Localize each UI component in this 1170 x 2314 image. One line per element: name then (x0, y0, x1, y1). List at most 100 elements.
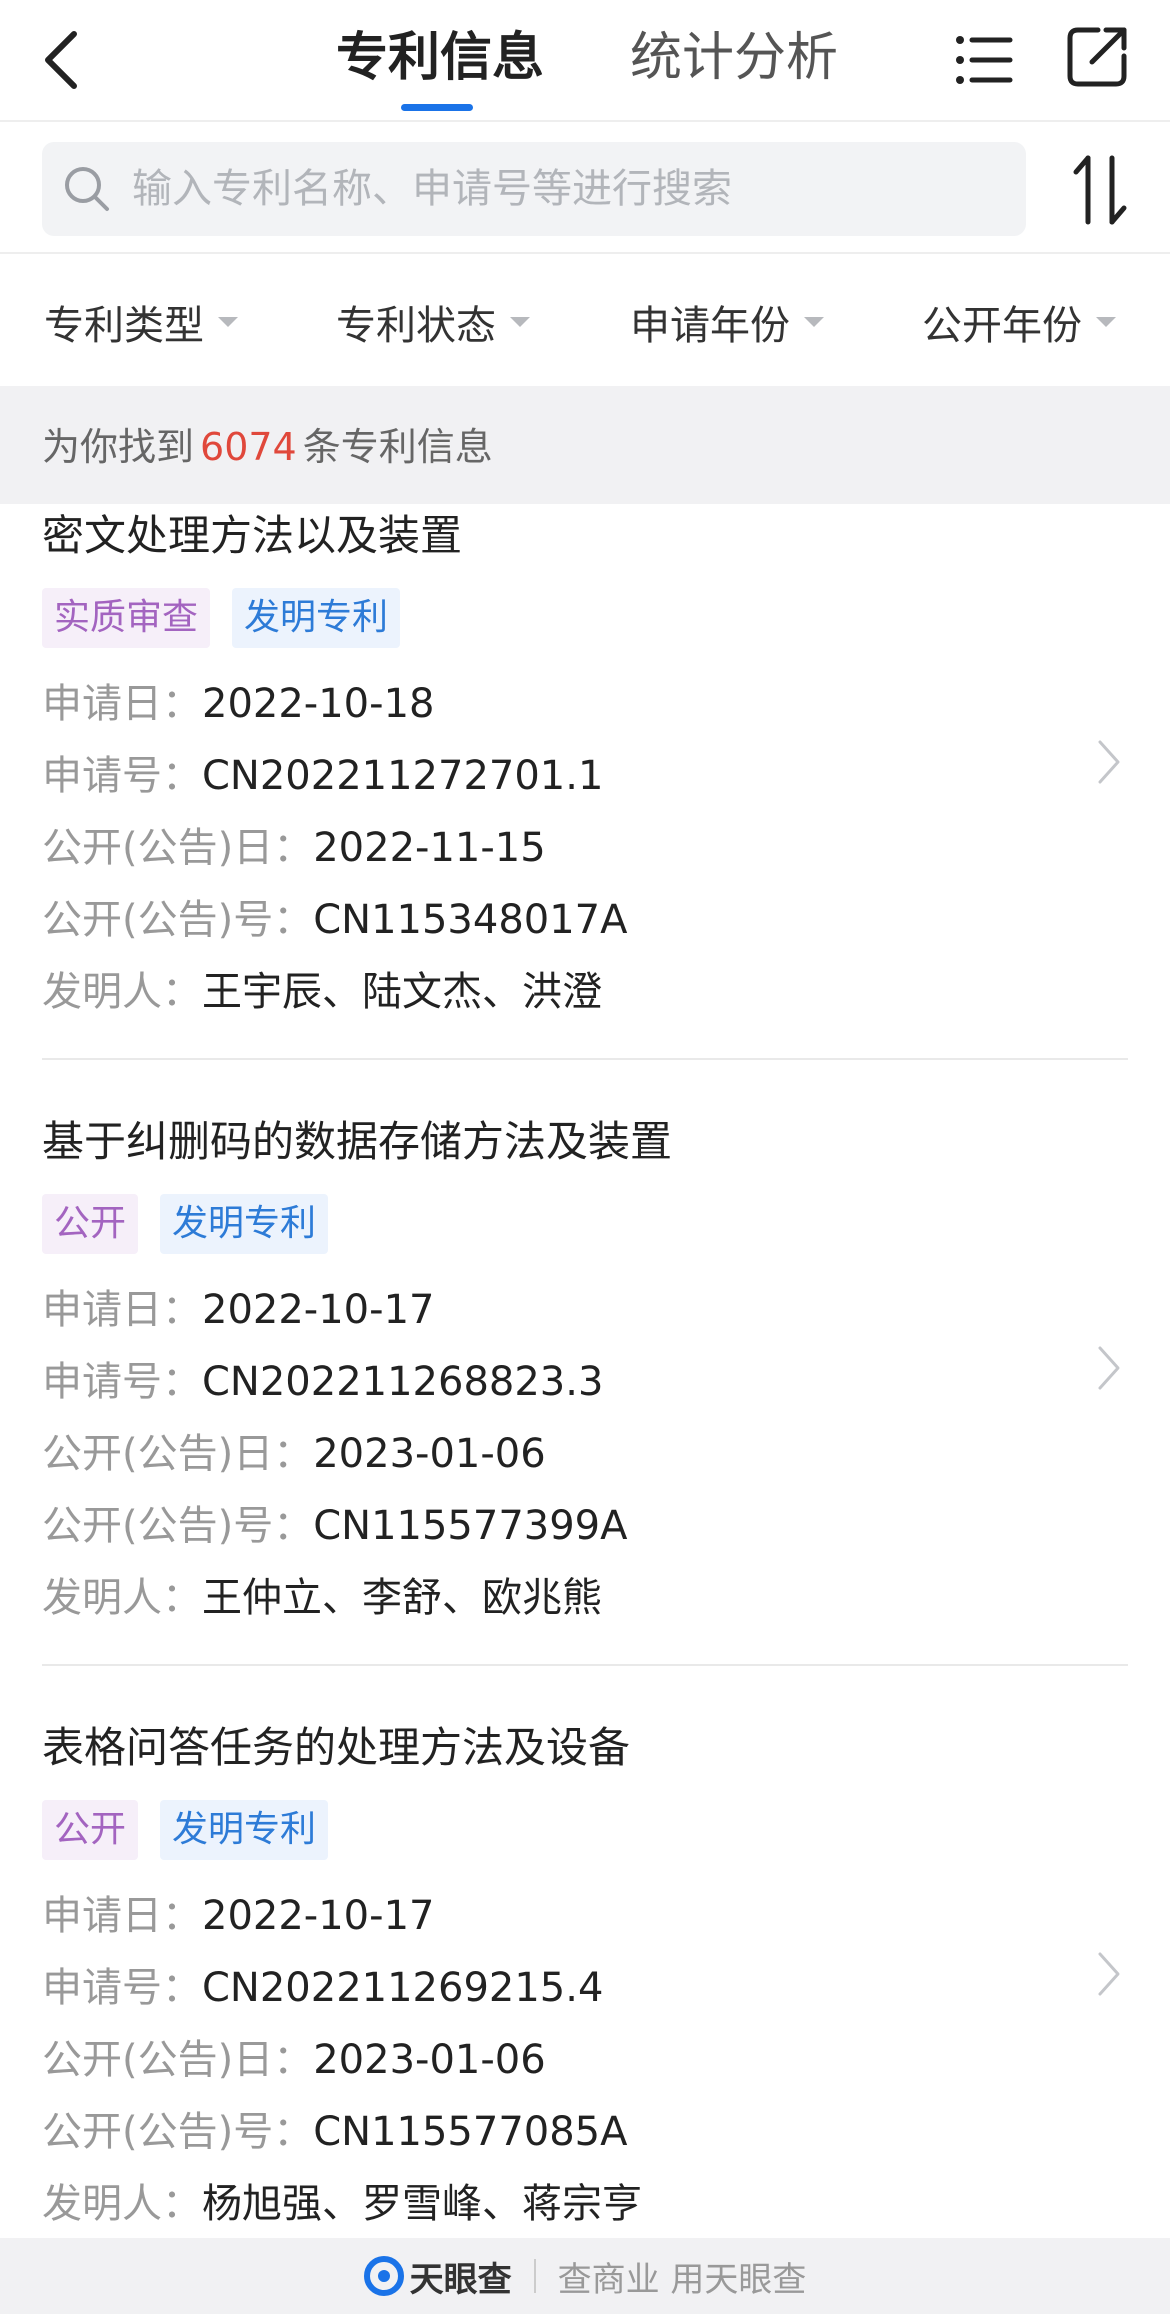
pub-date-value: 2023-01-06 (313, 2037, 546, 2083)
share-icon (1067, 27, 1127, 87)
patent-info-page: 专利信息 统计分析 输入专利名称、申请号等进行搜索 专利类型 专利状态 申请年份… (0, 0, 1170, 2314)
pub-no-row: 公开(公告)号： CN115577085A (42, 2096, 1128, 2168)
apply-date-label: 申请日： (42, 1287, 202, 1333)
count-prefix: 为你找到 (42, 425, 195, 469)
caret-down-icon (1096, 317, 1116, 327)
inventors-row: 发明人： 王仲立、李舒、欧兆熊 (42, 1562, 1128, 1634)
list-divider (42, 1664, 1128, 1666)
inventors-row: 发明人： 王宇辰、陆文杰、洪澄 (42, 956, 1128, 1028)
sort-button[interactable] (1068, 150, 1132, 230)
pub-no-value: CN115577399A (313, 1503, 628, 1549)
chevron-right-icon (1098, 1346, 1120, 1390)
caret-down-icon (218, 317, 238, 327)
result-count-text: 为你找到 6074 条专利信息 (42, 416, 493, 471)
sort-arrows-icon (1073, 155, 1127, 225)
filter-patent-status[interactable]: 专利状态 (336, 292, 530, 352)
chevron-right-icon (1098, 740, 1120, 784)
apply-no-row: 申请号： CN202211272701.1 (42, 740, 1128, 812)
tab-statistics[interactable]: 统计分析 (630, 22, 838, 94)
patent-card[interactable]: 密文处理方法以及装置 实质审查 发明专利 申请日： 2022-10-18 申请号… (42, 506, 1128, 1028)
filter-publish-year[interactable]: 公开年份 (922, 292, 1116, 352)
search-icon (65, 167, 109, 211)
count-suffix: 条专利信息 (302, 425, 493, 469)
apply-no-row: 申请号： CN202211268823.3 (42, 1346, 1128, 1418)
type-badge: 发明专利 (232, 588, 401, 648)
patent-list: 密文处理方法以及装置 实质审查 发明专利 申请日： 2022-10-18 申请号… (0, 504, 1170, 2238)
result-count-number: 6074 (200, 425, 297, 469)
patent-fields: 申请日： 2022-10-17 申请号： CN202211269215.4 公开… (42, 1880, 1128, 2238)
footer-slogan: 查商业 用天眼查 (557, 2259, 807, 2300)
apply-no-row: 申请号： CN202211269215.4 (42, 1952, 1128, 2024)
back-button[interactable] (30, 22, 90, 94)
logo-eye-icon (363, 2256, 404, 2296)
patent-title: 基于纠删码的数据存储方法及装置 (42, 1117, 673, 1166)
pub-date-value: 2023-01-06 (313, 1431, 546, 1477)
apply-no-value: CN202211272701.1 (202, 753, 604, 799)
share-button[interactable] (1062, 22, 1132, 92)
patent-title: 表格问答任务的处理方法及设备 (42, 1723, 631, 1772)
filter-label: 申请年份 (630, 303, 790, 349)
patent-card[interactable]: 基于纠删码的数据存储方法及装置 公开 发明专利 申请日： 2022-10-17 … (42, 1112, 1128, 1634)
inventors-label: 发明人： (42, 1575, 202, 1621)
status-badge: 实质审查 (42, 588, 211, 648)
patent-tags: 公开 发明专利 (42, 1800, 1128, 1860)
apply-date-row: 申请日： 2022-10-18 (42, 668, 1128, 740)
filter-apply-year[interactable]: 申请年份 (630, 292, 824, 352)
apply-date-label: 申请日： (42, 1893, 202, 1939)
patent-fields: 申请日： 2022-10-18 申请号： CN202211272701.1 公开… (42, 668, 1128, 1028)
list-menu-button[interactable] (950, 26, 1018, 94)
pub-date-row: 公开(公告)日： 2023-01-06 (42, 1418, 1128, 1490)
list-divider (42, 1058, 1128, 1060)
apply-date-value: 2022-10-17 (202, 1287, 435, 1333)
pub-date-label: 公开(公告)日： (42, 2037, 314, 2083)
patent-fields: 申请日： 2022-10-17 申请号： CN202211268823.3 公开… (42, 1274, 1128, 1634)
inventors-label: 发明人： (42, 2181, 202, 2227)
caret-down-icon (510, 317, 530, 327)
list-icon (956, 36, 1013, 84)
search-input[interactable] (132, 158, 992, 220)
pub-date-value: 2022-11-15 (313, 825, 546, 871)
apply-date-row: 申请日： 2022-10-17 (42, 1880, 1128, 1952)
apply-no-label: 申请号： (42, 753, 202, 799)
pub-no-label: 公开(公告)号： (42, 1503, 314, 1549)
pub-no-label: 公开(公告)号： (42, 2109, 314, 2155)
inventors-value: 王宇辰、陆文杰、洪澄 (202, 969, 602, 1015)
filter-label: 公开年份 (922, 303, 1082, 349)
status-badge: 公开 (42, 1800, 139, 1860)
filter-patent-type[interactable]: 专利类型 (44, 292, 238, 352)
pub-no-label: 公开(公告)号： (42, 897, 314, 943)
inventors-label: 发明人： (42, 969, 202, 1015)
type-badge: 发明专利 (160, 1800, 329, 1860)
filter-label: 专利状态 (336, 303, 496, 349)
pub-date-row: 公开(公告)日： 2023-01-06 (42, 2024, 1128, 2096)
active-tab-indicator (401, 104, 473, 111)
pub-no-value: CN115577085A (313, 2109, 628, 2155)
chevron-right-icon (1098, 1952, 1120, 1996)
pub-date-label: 公开(公告)日： (42, 825, 314, 871)
search-bar-row (0, 124, 1170, 254)
apply-no-label: 申请号： (42, 1359, 202, 1405)
search-box[interactable] (42, 142, 1026, 236)
filter-bar: 专利类型 专利状态 申请年份 公开年份 (0, 256, 1170, 386)
inventors-value: 王仲立、李舒、欧兆熊 (202, 1575, 602, 1621)
pub-no-value: CN115348017A (313, 897, 628, 943)
patent-card[interactable]: 表格问答任务的处理方法及设备 公开 发明专利 申请日： 2022-10-17 申… (42, 1718, 1128, 2238)
patent-tags: 公开 发明专利 (42, 1194, 1128, 1254)
status-badge: 公开 (42, 1194, 139, 1254)
pub-no-row: 公开(公告)号： CN115577399A (42, 1490, 1128, 1562)
apply-no-value: CN202211269215.4 (202, 1965, 604, 2011)
apply-date-value: 2022-10-17 (202, 1893, 435, 1939)
pub-date-label: 公开(公告)日： (42, 1431, 314, 1477)
chevron-left-icon (45, 31, 77, 89)
inventors-row: 发明人： 杨旭强、罗雪峰、蒋宗亨 (42, 2168, 1128, 2238)
caret-down-icon (804, 317, 824, 327)
pub-date-row: 公开(公告)日： 2022-11-15 (42, 812, 1128, 884)
inventors-value: 杨旭强、罗雪峰、蒋宗亨 (202, 2181, 642, 2227)
tab-patent-info[interactable]: 专利信息 (336, 22, 544, 94)
footer-divider (533, 2259, 536, 2293)
tianyancha-logo: 天眼查 (363, 2252, 512, 2301)
pub-no-row: 公开(公告)号： CN115348017A (42, 884, 1128, 956)
apply-no-label: 申请号： (42, 1965, 202, 2011)
patent-title: 密文处理方法以及装置 (42, 511, 463, 560)
footer-bar: 天眼查 查商业 用天眼查 (0, 2238, 1170, 2314)
